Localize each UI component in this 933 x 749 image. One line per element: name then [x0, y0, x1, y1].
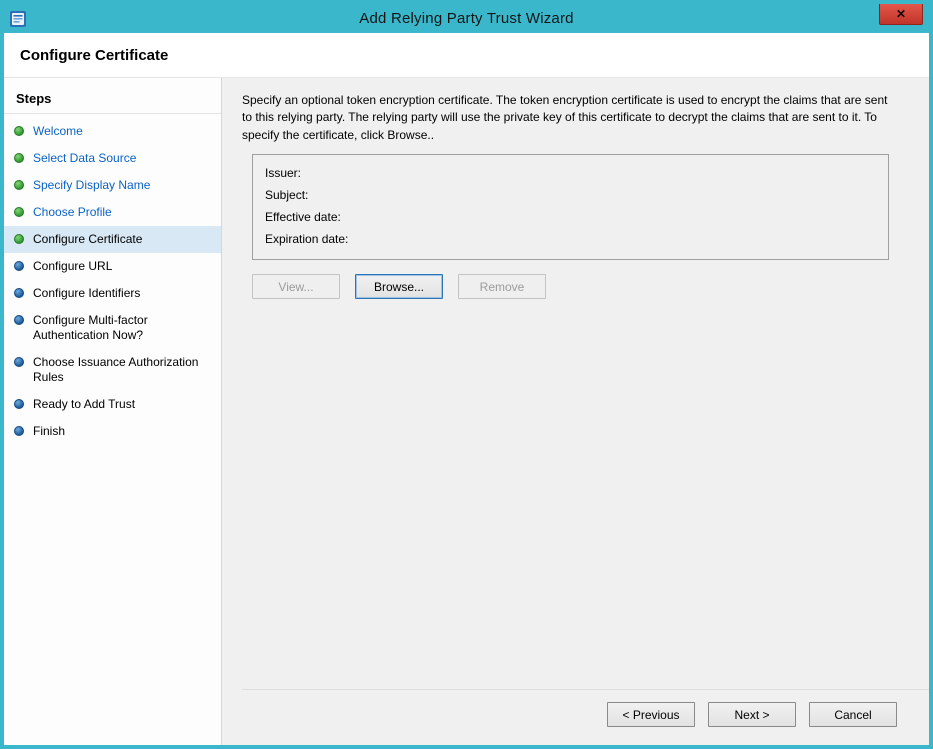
step-label: Configure Identifiers — [33, 286, 140, 301]
steps-sidebar: Steps Welcome Select Data Source Specify… — [4, 78, 222, 745]
step-label: Specify Display Name — [33, 178, 150, 193]
step-item: Welcome — [4, 118, 221, 145]
step-label: Choose Issuance Authorization Rules — [33, 355, 213, 385]
step-item: Configure Identifiers — [4, 280, 221, 307]
wizard-body: Steps Welcome Select Data Source Specify… — [4, 78, 929, 745]
step-item: Ready to Add Trust — [4, 391, 221, 418]
wizard-footer: < Previous Next > Cancel — [242, 689, 929, 745]
wizard-icon — [9, 10, 27, 28]
view-button[interactable]: View... — [252, 274, 340, 299]
step-item: Configure Multi-factor Authentication No… — [4, 307, 221, 349]
certificate-actions: View... Browse... Remove — [252, 274, 929, 299]
wizard-window: Add Relying Party Trust Wizard ✕ Configu… — [0, 0, 933, 749]
step-label: Finish — [33, 424, 65, 439]
remove-button[interactable]: Remove — [458, 274, 546, 299]
step-status-icon — [14, 261, 24, 271]
step-label: Welcome — [33, 124, 83, 139]
previous-button[interactable]: < Previous — [607, 702, 695, 727]
step-status-icon — [14, 207, 24, 217]
steps-heading: Steps — [4, 86, 221, 114]
step-item: Specify Display Name — [4, 172, 221, 199]
step-status-icon — [14, 399, 24, 409]
step-status-icon — [14, 357, 24, 367]
cert-field-issuer: Issuer: — [265, 162, 876, 184]
cancel-button[interactable]: Cancel — [809, 702, 897, 727]
browse-button[interactable]: Browse... — [355, 274, 443, 299]
step-status-icon — [14, 315, 24, 325]
cert-field-expiration-date: Expiration date: — [265, 228, 876, 250]
cert-field-subject: Subject: — [265, 184, 876, 206]
page-title: Configure Certificate — [20, 47, 911, 64]
main-content: Specify an optional token encryption cer… — [222, 78, 929, 745]
close-icon: ✕ — [896, 7, 906, 21]
step-status-icon — [14, 153, 24, 163]
step-label: Configure Multi-factor Authentication No… — [33, 313, 213, 343]
step-status-icon — [14, 426, 24, 436]
step-status-icon — [14, 234, 24, 244]
step-label: Configure Certificate — [33, 232, 142, 247]
page-header: Configure Certificate — [4, 33, 929, 78]
step-status-icon — [14, 288, 24, 298]
next-button[interactable]: Next > — [708, 702, 796, 727]
step-item: Configure URL — [4, 253, 221, 280]
step-item: Choose Profile — [4, 199, 221, 226]
step-item: Choose Issuance Authorization Rules — [4, 349, 221, 391]
step-label: Configure URL — [33, 259, 112, 274]
cert-field-effective-date: Effective date: — [265, 206, 876, 228]
window-title: Add Relying Party Trust Wizard — [4, 10, 929, 27]
step-label: Ready to Add Trust — [33, 397, 135, 412]
step-label: Select Data Source — [33, 151, 136, 166]
step-item: Configure Certificate — [4, 226, 221, 253]
step-status-icon — [14, 180, 24, 190]
steps-list: Welcome Select Data Source Specify Displ… — [4, 118, 221, 445]
certificate-box: Issuer: Subject: Effective date: Expirat… — [252, 154, 889, 260]
description-text: Specify an optional token encryption cer… — [242, 92, 894, 144]
close-button[interactable]: ✕ — [879, 4, 923, 25]
titlebar[interactable]: Add Relying Party Trust Wizard ✕ — [4, 4, 929, 33]
step-item: Select Data Source — [4, 145, 221, 172]
step-item: Finish — [4, 418, 221, 445]
step-status-icon — [14, 126, 24, 136]
step-label: Choose Profile — [33, 205, 112, 220]
